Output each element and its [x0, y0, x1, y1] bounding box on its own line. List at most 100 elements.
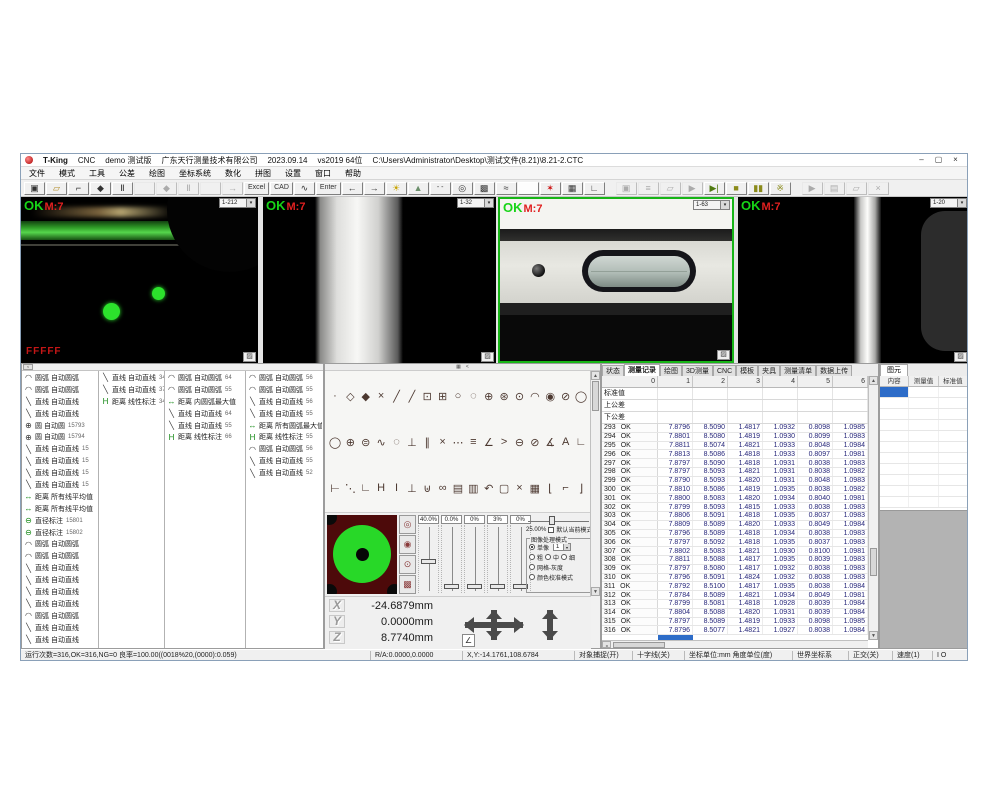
toolbar-cut-button[interactable]: × — [868, 182, 889, 195]
tolerance-row[interactable]: 上公差 — [602, 400, 868, 412]
toolbar-save-3-button[interactable]: ▤ — [824, 182, 845, 195]
palette-tool-icon[interactable]: ⊙ — [513, 390, 527, 403]
value-cell[interactable]: 1.0933 — [763, 618, 798, 626]
scroll-thumb[interactable] — [592, 381, 599, 411]
chevron-down-icon[interactable]: ▾ — [563, 544, 570, 550]
toolbar-open-2-button[interactable]: ▱ — [846, 182, 867, 195]
value-cell[interactable]: 8.5092 — [693, 538, 728, 546]
column-header[interactable]: 2 — [693, 376, 728, 387]
element-cell[interactable] — [909, 453, 938, 463]
element-row[interactable] — [880, 497, 968, 508]
palette-tool-icon[interactable]: ⌋ — [574, 482, 588, 495]
value-cell[interactable]: 1.0983 — [833, 503, 868, 511]
value-cell[interactable]: 0.8038 — [798, 565, 833, 573]
value-cell[interactable]: 1.4815 — [728, 503, 763, 511]
default-mode-checkbox[interactable] — [548, 527, 554, 533]
slider-handle[interactable] — [444, 584, 459, 589]
element-cell[interactable] — [880, 409, 909, 419]
value-cell[interactable]: 0.8049 — [798, 591, 833, 599]
palette-tool-icon[interactable]: ○ — [451, 390, 465, 402]
palette-tool-icon[interactable]: ⊢ — [328, 482, 342, 495]
element-cell[interactable] — [909, 387, 938, 397]
list-item[interactable]: ╲直线自动直线 — [22, 574, 98, 586]
list-item[interactable]: ⊖直径标注15801 — [22, 515, 98, 527]
value-cell[interactable]: 0.8038 — [798, 626, 833, 634]
chevron-down-icon[interactable]: ▾ — [957, 199, 966, 207]
value-cell[interactable]: 1.4820 — [728, 521, 763, 529]
value-cell[interactable]: 1.4818 — [728, 538, 763, 546]
value-cell[interactable]: 1.0983 — [833, 433, 868, 441]
value-cell[interactable]: 7.8797 — [658, 565, 693, 573]
palette-tool-icon[interactable]: ▢ — [497, 482, 511, 495]
value-cell[interactable]: 8.5090 — [693, 459, 728, 467]
palette-tool-icon[interactable]: ◉ — [543, 390, 557, 403]
value-cell[interactable]: 1.0984 — [833, 626, 868, 634]
light-channel-slider[interactable]: 40.0% — [418, 515, 439, 593]
palette-tool-icon[interactable]: ⊘ — [528, 436, 542, 449]
value-cell[interactable]: 0.8039 — [798, 556, 833, 564]
palette-tool-icon[interactable]: · — [328, 390, 342, 402]
tolerance-row[interactable]: 下公差 — [602, 412, 868, 424]
tab-绘图[interactable]: 绘图 — [660, 365, 682, 376]
toolbar-multi-button[interactable]: ≡ — [638, 182, 659, 195]
list-item[interactable]: ⊕圆自动圆15793 — [22, 420, 98, 432]
ring-light-segment-button[interactable]: ◉ — [399, 535, 416, 554]
table-row[interactable]: 305OK7.87968.50891.48181.09340.80381.098… — [602, 530, 868, 539]
slider-handle[interactable] — [421, 559, 436, 564]
value-cell[interactable]: 8.5088 — [693, 609, 728, 617]
palette-tool-icon[interactable]: ⊥ — [405, 436, 419, 449]
toolbar-blank-white-button[interactable] — [518, 182, 539, 195]
table-row[interactable]: 294OK7.88018.50801.48191.09300.80991.098… — [602, 433, 868, 442]
element-row[interactable] — [880, 409, 968, 420]
palette-tool-icon[interactable]: ◯ — [328, 436, 342, 449]
palette-tool-icon[interactable]: ⋯ — [451, 436, 465, 449]
value-cell[interactable]: 1.4821 — [728, 442, 763, 450]
ring-light-indicator[interactable] — [327, 515, 397, 594]
value-cell[interactable]: 7.8796 — [658, 424, 693, 432]
list-item[interactable]: ◠圆弧自动圆弧 — [22, 384, 98, 396]
value-cell[interactable]: 1.0985 — [833, 618, 868, 626]
toolbar-height-tool-button[interactable]: Ⅱ — [112, 182, 133, 195]
list-item[interactable]: ◠圆弧自动圆弧55 — [165, 384, 245, 396]
value-cell[interactable]: 7.8800 — [658, 494, 693, 502]
tolerance-row[interactable]: 标准值 — [602, 388, 868, 400]
value-cell[interactable]: 0.8038 — [798, 582, 833, 590]
element-cell[interactable] — [909, 464, 938, 474]
value-cell[interactable]: 8.5081 — [693, 600, 728, 608]
list-item[interactable]: ◠圆弧自动圆弧64 — [165, 372, 245, 384]
value-cell[interactable]: 8.5091 — [693, 512, 728, 520]
table-row[interactable]: 310OK7.87968.50911.48241.09320.80381.098… — [602, 574, 868, 583]
palette-tool-icon[interactable]: ⌊ — [543, 482, 557, 495]
value-cell[interactable]: 1.0983 — [833, 565, 868, 573]
toolbar-arrow-right-button[interactable]: → — [364, 182, 385, 195]
value-cell[interactable]: 1.0931 — [763, 468, 798, 476]
value-cell[interactable]: 8.5086 — [693, 450, 728, 458]
value-cell[interactable]: 0.8039 — [798, 609, 833, 617]
list-item[interactable]: ╲直线自动直线56 — [246, 396, 322, 408]
table-row[interactable]: 303OK7.88068.50911.48181.09350.80371.098… — [602, 512, 868, 521]
value-cell[interactable]: 1.4821 — [728, 547, 763, 555]
list-item[interactable]: ╲直线自动直线64 — [165, 408, 245, 420]
value-cell[interactable]: 7.8797 — [658, 459, 693, 467]
toolbar-curve-2-button[interactable]: ≈ — [496, 182, 517, 195]
value-cell[interactable]: 8.5074 — [693, 442, 728, 450]
palette-tool-icon[interactable]: ⊥ — [405, 482, 419, 495]
value-cell[interactable]: 7.8797 — [658, 468, 693, 476]
value-cell[interactable]: 7.8796 — [658, 530, 693, 538]
option-combobox[interactable]: 1▾ — [553, 543, 571, 551]
value-cell[interactable]: 0.8038 — [798, 574, 833, 582]
element-cell[interactable] — [909, 475, 938, 485]
table-row[interactable]: 296OK7.88138.50861.48181.09330.80971.098… — [602, 450, 868, 459]
value-cell[interactable]: 7.8799 — [658, 600, 693, 608]
element-cell[interactable] — [880, 431, 909, 441]
cam4-resize-icon[interactable]: ▨ — [954, 352, 967, 362]
radio-button[interactable] — [545, 554, 551, 560]
list-item[interactable]: ╲直线自动直线 — [22, 586, 98, 598]
value-cell[interactable]: 1.0931 — [763, 477, 798, 485]
value-cell[interactable]: 0.8038 — [798, 530, 833, 538]
value-cell[interactable]: 1.4821 — [728, 468, 763, 476]
element-cell[interactable] — [880, 420, 909, 430]
toolbar-blank-2-button[interactable] — [200, 182, 221, 195]
element-cell[interactable] — [880, 453, 909, 463]
toolbar-edge-probe-button[interactable]: ⌐ — [68, 182, 89, 195]
